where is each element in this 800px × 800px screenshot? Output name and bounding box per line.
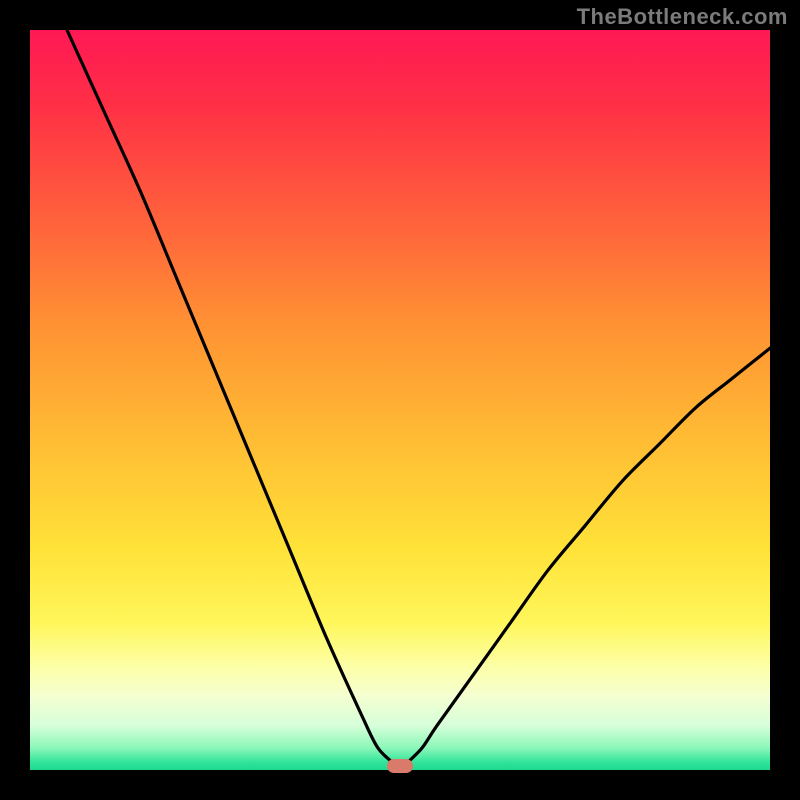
watermark-text: TheBottleneck.com xyxy=(577,4,788,30)
plot-area xyxy=(30,30,770,770)
chart-frame: TheBottleneck.com xyxy=(0,0,800,800)
bottleneck-curve xyxy=(30,30,770,770)
optimum-marker xyxy=(387,759,413,773)
curve-path xyxy=(67,30,770,770)
